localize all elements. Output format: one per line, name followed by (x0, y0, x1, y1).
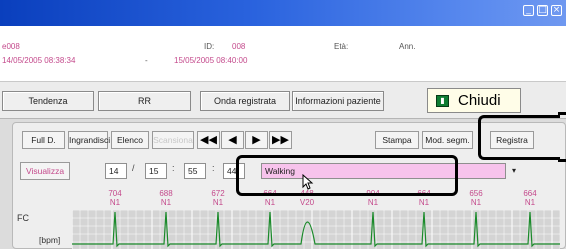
minimize-icon[interactable]: _ (523, 5, 534, 16)
time-separator: : (172, 163, 175, 173)
stampa-button[interactable]: Stampa (375, 131, 419, 149)
window-titlebar: _ □ × (0, 0, 566, 26)
main-toolbar: Tendenza RR Onda registrata Informazioni… (0, 82, 566, 119)
beat-label: 672 N1 (205, 189, 231, 207)
beat-type: V20 (299, 198, 315, 207)
time-separator: : (212, 163, 215, 173)
beat-label: 704 N1 (102, 189, 128, 207)
chiudi-button[interactable]: ▮ Chiudi (427, 88, 521, 113)
beat-type: N1 (160, 198, 172, 207)
time-minute2-field[interactable]: 55 (184, 163, 206, 179)
callout-line (558, 112, 566, 115)
door-icon: ▮ (436, 95, 449, 107)
bpm-label: [bpm] (39, 235, 61, 245)
start-datetime: 14/05/2005 08:38:34 (2, 56, 76, 65)
informazioni-paziente-button[interactable]: Informazioni paziente (292, 91, 384, 111)
activity-highlight-box (236, 155, 458, 196)
callout-line (558, 159, 566, 162)
ingrandisci-button[interactable]: Ingrandisci (68, 131, 110, 149)
registra-highlight-box (478, 115, 560, 160)
range-separator: - (145, 56, 148, 65)
ecg-trace (72, 211, 560, 248)
beat-label: 664 N1 (517, 189, 543, 207)
beat-type: N1 (367, 198, 379, 207)
beat-rr-value: 672 (211, 189, 225, 198)
time-hour-field[interactable]: 14 (105, 163, 127, 179)
maximize-icon[interactable]: □ (537, 5, 548, 16)
full-disclosure-button[interactable]: Full D. (22, 131, 65, 149)
scansiona-button[interactable]: Scansiona (152, 131, 194, 149)
rr-button[interactable]: RR (98, 91, 191, 111)
id-number: 008 (232, 42, 246, 51)
dropdown-arrow-icon[interactable]: ▾ (512, 166, 516, 175)
beat-rr-value: 704 (108, 189, 122, 198)
time-minute-field[interactable]: 15 (145, 163, 167, 179)
onda-registrata-button[interactable]: Onda registrata (200, 91, 290, 111)
ecg-strip (72, 210, 560, 249)
fc-label: FC (17, 213, 29, 223)
step-forward-icon[interactable]: ▶ (245, 131, 268, 149)
fast-forward-icon[interactable]: ▶▶ (269, 131, 292, 149)
chiudi-label: Chiudi (458, 92, 501, 109)
fast-rewind-icon[interactable]: ◀◀ (197, 131, 220, 149)
beat-type: N1 (470, 198, 482, 207)
age-unit: Ann. (399, 42, 416, 51)
tendenza-button[interactable]: Tendenza (2, 91, 94, 111)
beat-type: N1 (264, 198, 276, 207)
beat-type: N1 (418, 198, 430, 207)
mod-segm-button[interactable]: Mod. segm. (422, 131, 473, 149)
beat-type: N1 (524, 198, 536, 207)
recording-id: e008 (2, 42, 20, 51)
beat-label: 656 N1 (463, 189, 489, 207)
visualizza-button[interactable]: Visualizza (20, 162, 70, 180)
step-back-icon[interactable]: ◀ (221, 131, 244, 149)
end-datetime: 15/05/2005 08:40:00 (174, 56, 248, 65)
beat-type: N1 (109, 198, 121, 207)
beat-label: 688 N1 (153, 189, 179, 207)
beat-rr-value: 664 (523, 189, 537, 198)
age-label: Età: (334, 42, 349, 51)
id-label: ID: (204, 42, 215, 51)
beat-rr-value: 656 (469, 189, 483, 198)
time-separator: / (132, 163, 135, 173)
patient-info-area: e008 14/05/2005 08:38:34 - 15/05/2005 08… (0, 26, 566, 82)
elenco-button[interactable]: Elenco (111, 131, 149, 149)
beat-type: N1 (212, 198, 224, 207)
beat-rr-value: 688 (159, 189, 173, 198)
close-icon[interactable]: × (551, 5, 562, 16)
